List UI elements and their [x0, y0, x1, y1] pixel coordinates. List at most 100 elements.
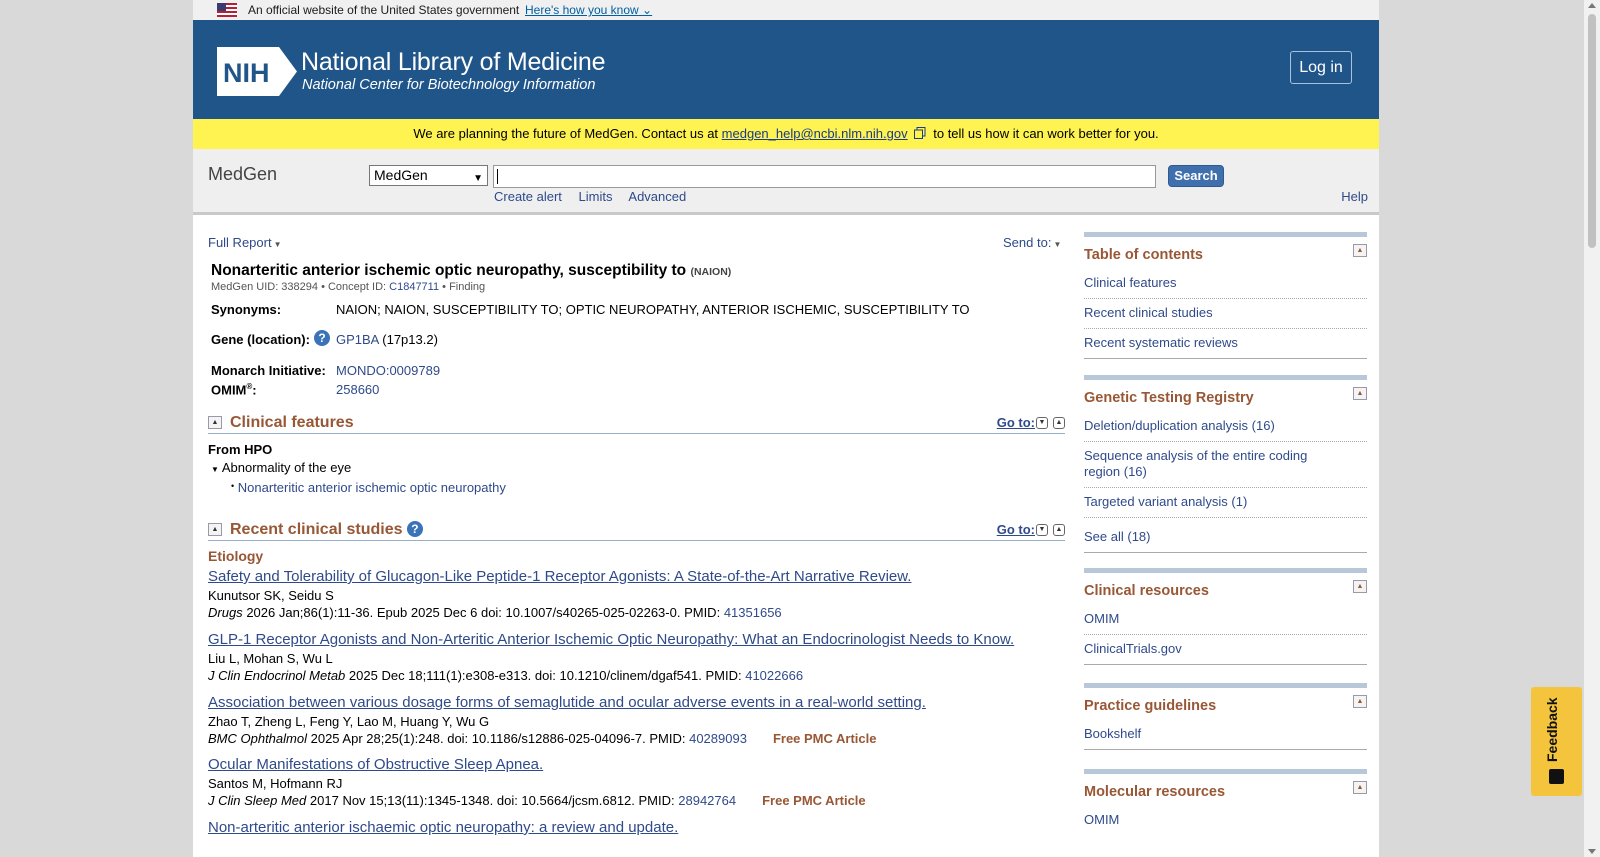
pmid-link[interactable]: 41351656 — [724, 605, 782, 620]
ncbi-subtitle: National Center for Biotechnology Inform… — [302, 77, 596, 93]
synonyms-label: Synonyms: — [211, 302, 282, 317]
pmid-link[interactable]: 28942764 — [678, 793, 736, 808]
page-title: Nonarteritic anterior ischemic optic neu… — [211, 262, 732, 279]
free-pmc-badge[interactable]: Free PMC Article — [773, 731, 877, 746]
feedback-button[interactable]: Feedback — [1531, 687, 1582, 796]
study-title-link[interactable]: GLP-1 Receptor Agonists and Non-Arteriti… — [208, 631, 1014, 648]
triangle-down-icon: ▼ — [1053, 240, 1062, 249]
gtr-panel: Genetic Testing Registry ▲ Deletion/dupli… — [1084, 375, 1367, 553]
practice-guideline-item[interactable]: Bookshelf — [1084, 720, 1367, 750]
omim-id-link[interactable]: 258660 — [336, 382, 379, 397]
advanced-link[interactable]: Advanced — [628, 189, 686, 204]
collapse-toggle-icon[interactable]: ▲ — [1353, 387, 1367, 400]
gtr-item[interactable]: Targeted variant analysis (1) — [1084, 488, 1367, 518]
limits-link[interactable]: Limits — [579, 189, 613, 204]
goto-next-icon[interactable]: ▼ — [1036, 417, 1048, 429]
database-select[interactable]: MedGen ▼ — [369, 165, 488, 186]
gov-banner-text: An official website of the United States… — [248, 3, 520, 17]
gtr-item[interactable]: Deletion/duplication analysis (16) — [1084, 412, 1367, 442]
hpo-term-link[interactable]: Nonarteritic anterior ischemic optic neu… — [238, 480, 506, 495]
gtr-see-all-link[interactable]: See all (18) — [1084, 518, 1367, 553]
scrollbar[interactable] — [1584, 0, 1600, 857]
search-button[interactable]: Search — [1168, 165, 1224, 187]
db-name[interactable]: MedGen — [208, 164, 277, 185]
monarch-label: Monarch Initiative: — [211, 363, 326, 378]
clinical-features-title: Clinical features — [230, 414, 354, 431]
triangle-down-icon: ▼ — [211, 465, 219, 474]
gov-banner: An official website of the United States… — [193, 0, 1379, 20]
gene-value: GP1BA (17p13.2) — [336, 332, 438, 347]
site-header: NIH National Library of Medicine Nationa… — [193, 20, 1379, 119]
study-title-link[interactable]: Ocular Manifestations of Obstructive Sle… — [208, 756, 543, 773]
collapse-toggle-icon[interactable]: ▲ — [1353, 580, 1367, 593]
search-input[interactable] — [493, 165, 1156, 188]
gene-label: Gene (location): — [211, 332, 310, 347]
help-question-icon[interactable]: ? — [314, 330, 330, 346]
clinical-resource-item[interactable]: ClinicalTrials.gov — [1084, 635, 1367, 665]
omim-label: OMIM®: — [211, 382, 257, 398]
clinical-features-header: ▲ Clinical features Go to: ▼ ▲ — [208, 414, 1065, 434]
collapse-toggle-icon[interactable]: ▲ — [208, 523, 222, 536]
gene-link[interactable]: GP1BA — [336, 332, 379, 347]
heres-how-you-know-link[interactable]: Here's how you know ⌄ — [525, 0, 652, 20]
study-citation: Drugs 2026 Jan;86(1):11-36. Epub 2025 De… — [208, 605, 782, 620]
chevron-down-icon: ⌄ — [642, 3, 653, 17]
clinical-resources-heading: Clinical resources ▲ — [1084, 573, 1367, 605]
concept-id-link[interactable]: C1847711 — [389, 281, 439, 293]
toc-panel: Table of contents ▲ Clinical features Rec… — [1084, 232, 1367, 359]
nih-logo[interactable]: NIH — [217, 47, 297, 96]
etiology-subheading: Etiology — [208, 548, 264, 564]
goto-prev-icon[interactable]: ▲ — [1053, 524, 1065, 536]
molecular-resource-item[interactable]: OMIM — [1084, 806, 1367, 835]
copy-icon[interactable] — [913, 127, 926, 139]
notice-text-before: We are planning the future of MedGen. Co… — [413, 126, 719, 141]
study-authors: Zhao T, Zheng L, Feng Y, Lao M, Huang Y,… — [208, 714, 490, 729]
gtr-item[interactable]: Sequence analysis of the entire coding r… — [1084, 442, 1367, 488]
help-link[interactable]: Help — [1341, 189, 1368, 204]
study-title-link[interactable]: Safety and Tolerability of Glucagon-Like… — [208, 568, 911, 585]
create-alert-link[interactable]: Create alert — [494, 189, 562, 204]
study-citation: J Clin Endocrinol Metab 2025 Dec 18;111(… — [208, 668, 804, 683]
nlm-title[interactable]: National Library of Medicine — [301, 48, 605, 77]
study-title-link[interactable]: Association between various dosage forms… — [208, 694, 926, 711]
scroll-down-icon[interactable] — [1588, 849, 1596, 854]
practice-guidelines-panel: Practice guidelines ▲ Bookshelf — [1084, 683, 1367, 750]
hpo-parent-term[interactable]: ▼ Abnormality of the eye — [211, 460, 351, 475]
notice-text-after: to tell us how it can work better for yo… — [933, 126, 1159, 141]
collapse-toggle-icon[interactable]: ▲ — [1353, 781, 1367, 794]
free-pmc-badge[interactable]: Free PMC Article — [762, 793, 866, 808]
recent-studies-header: ▲ Recent clinical studies ? Go to: ▼ ▲ — [208, 521, 1065, 541]
study-citation: J Clin Sleep Med 2017 Nov 15;13(11):1345… — [208, 793, 866, 808]
study-title-link[interactable]: Non-arteritic anterior ischaemic optic n… — [208, 819, 678, 836]
collapse-toggle-icon[interactable]: ▲ — [1353, 695, 1367, 708]
toc-item[interactable]: Recent clinical studies — [1084, 299, 1367, 329]
scroll-up-icon[interactable] — [1588, 3, 1596, 8]
scrollbar-thumb[interactable] — [1588, 14, 1596, 248]
send-to-dropdown[interactable]: Send to: ▼ — [1003, 235, 1061, 250]
study-authors: Kunutsor SK, Seidu S — [208, 588, 334, 603]
goto-next-icon[interactable]: ▼ — [1036, 524, 1048, 536]
goto-link[interactable]: Go to: — [997, 522, 1035, 537]
format-dropdown[interactable]: Full Report ▼ — [208, 235, 282, 250]
pmid-link[interactable]: 41022666 — [745, 668, 803, 683]
pmid-link[interactable]: 40289093 — [689, 731, 747, 746]
search-bar: MedGen MedGen ▼ Search Create alert Limit… — [193, 149, 1379, 215]
goto-link[interactable]: Go to: — [997, 415, 1035, 430]
notice-email-link[interactable]: medgen_help@ncbi.nlm.nih.gov — [722, 126, 908, 141]
page: An official website of the United States… — [193, 0, 1379, 857]
clinical-resource-item[interactable]: OMIM — [1084, 605, 1367, 635]
feedback-icon — [1549, 769, 1564, 784]
toc-item[interactable]: Recent systematic reviews — [1084, 329, 1367, 359]
molecular-resources-heading: Molecular resources ▲ — [1084, 774, 1367, 806]
help-question-icon[interactable]: ? — [406, 521, 423, 537]
study-citation: BMC Ophthalmol 2025 Apr 28;25(1):248. do… — [208, 731, 877, 746]
toc-item[interactable]: Clinical features — [1084, 269, 1367, 299]
collapse-toggle-icon[interactable]: ▲ — [208, 416, 222, 429]
molecular-resources-panel: Molecular resources ▲ OMIM — [1084, 769, 1367, 835]
login-button[interactable]: Log in — [1290, 51, 1352, 84]
goto-prev-icon[interactable]: ▲ — [1053, 417, 1065, 429]
mondo-link[interactable]: MONDO:0009789 — [336, 363, 440, 378]
svg-text:NIH: NIH — [223, 58, 270, 88]
search-sublinks: Create alert Limits Advanced — [494, 189, 699, 204]
collapse-toggle-icon[interactable]: ▲ — [1353, 244, 1367, 257]
